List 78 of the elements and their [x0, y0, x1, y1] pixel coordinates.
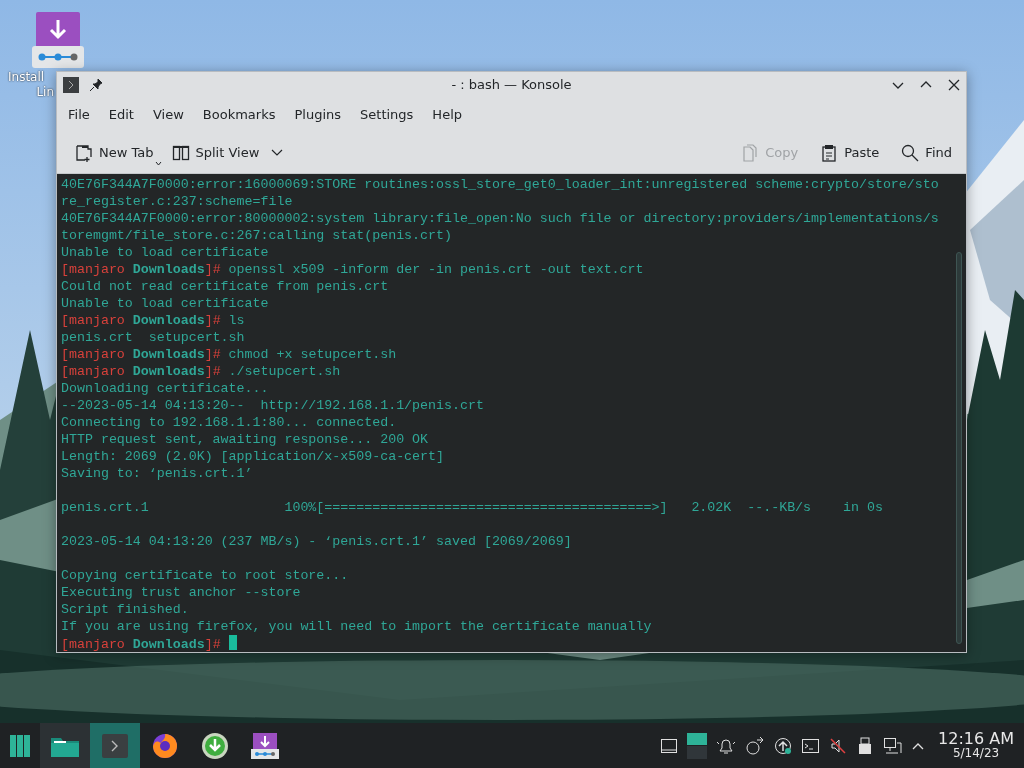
split-view-button[interactable]: Split View [165, 138, 290, 167]
find-button[interactable]: Find [895, 138, 958, 167]
window-icon[interactable] [660, 736, 679, 755]
terminal-line: 40E76F344A7F0000:error:16000069:STORE routines:ossl_store_get0_loader_int:unregistered scheme:crypto/store/sto [61, 176, 939, 193]
terminal-line: toremgmt/file_store.c:267:calling stat(penis.crt) [61, 227, 452, 244]
pin-icon[interactable] [89, 78, 103, 92]
console-icon[interactable] [801, 736, 821, 755]
terminal-line: Executing trust anchor --store [61, 584, 301, 601]
menu-item[interactable]: Settings [353, 101, 421, 129]
globe-icon [151, 731, 179, 760]
terminal-icon [102, 733, 128, 758]
terminal-line: Length: 2069 (2.0K) [application/x-x509-ca-cert] [61, 448, 444, 465]
close-icon[interactable] [948, 79, 960, 91]
clock-date[interactable]: 5/14/23 [952, 745, 1000, 760]
prompt-user: [manjaro [61, 262, 125, 277]
terminal-view[interactable] [57, 174, 966, 652]
terminal-line: Connecting to 192.168.1.1:80... connected. [61, 414, 397, 431]
desktop-pager-icon[interactable] [687, 732, 708, 759]
terminal-line: 2023-05-14 04:13:20 (237 MB/s) - ‘penis.crt.1’ saved [2069/2069] [61, 533, 572, 550]
copy-icon [741, 143, 760, 162]
prompt-symbol: ]# [204, 313, 221, 328]
menu-item[interactable]: File [61, 101, 97, 129]
menu-item[interactable]: Bookmarks [195, 101, 283, 129]
clock-time[interactable]: 12:16 AM [938, 731, 1014, 746]
terminal-icon [63, 77, 79, 93]
new-tab-icon [75, 143, 93, 162]
prompt-symbol: ]# [204, 347, 221, 362]
clipboard-icon [820, 143, 839, 162]
prompt-user: [manjaro [61, 347, 125, 362]
prompt-user: [manjaro [61, 313, 125, 328]
prompt-directory: Downloads [132, 313, 205, 328]
prompt-symbol: ]# [204, 637, 221, 652]
terminal-line: HTTP request sent, awaiting response... 200 OK [61, 431, 429, 448]
search-icon [901, 143, 920, 162]
prompt-user: [manjaro [61, 637, 125, 652]
installer-icon [251, 732, 279, 759]
prompt-symbol: ]# [204, 262, 221, 277]
bell-icon[interactable] [716, 736, 737, 755]
terminal-line: If you are using firefox, you will need to import the certificate manually [61, 618, 652, 635]
start-menu-icon [10, 734, 30, 757]
prompt-directory: Downloads [132, 347, 205, 362]
new-tab-button[interactable]: New Tab [69, 138, 160, 167]
menu-item[interactable]: Edit [101, 101, 141, 129]
terminal-line: Unable to load certificate [61, 244, 269, 261]
window-title: - : bash — Konsole [451, 77, 572, 93]
terminal-line: Unable to load certificate [61, 295, 269, 312]
command-text: ./setupcert.sh [227, 364, 341, 379]
download-icon [201, 731, 229, 760]
terminal-line: Saving to: ‘penis.crt.1’ [61, 465, 253, 482]
terminal-line: penis.crt.1 100%[=========================================>] 2.02K --.-KB/s in 0s [61, 499, 883, 516]
prompt-directory: Downloads [132, 364, 205, 379]
menu-item[interactable]: Plugins [287, 101, 349, 129]
terminal-line: re_register.c:237:scheme=file [61, 193, 293, 210]
terminal-line: penis.crt setupcert.sh [61, 329, 245, 346]
prompt-user: [manjaro [61, 364, 125, 379]
prompt-symbol: ]# [204, 364, 221, 379]
paste-button[interactable]: Paste [814, 138, 886, 167]
terminal-line: Script finished. [61, 601, 189, 618]
installer-icon[interactable] [32, 12, 84, 70]
command-text: ls [227, 313, 245, 328]
terminal-line: --2023-05-14 04:13:20-- http://192.168.1.1/penis.crt [61, 397, 484, 414]
terminal-line: Could not read certificate from penis.crt [61, 278, 389, 295]
menu-item[interactable]: Help [425, 101, 469, 129]
prompt-directory: Downloads [132, 637, 205, 652]
muted-speaker-icon[interactable] [829, 736, 848, 755]
split-view-icon [171, 143, 190, 162]
dropdown-icon[interactable] [271, 148, 284, 157]
command-text: openssl x509 -inform der -in penis.crt -out text.crt [227, 262, 644, 277]
menu-item[interactable]: View [145, 101, 191, 129]
terminal-line: 40E76F344A7F0000:error:80000002:system library:file_open:No such file or directory:providers/implementations/s [61, 210, 939, 227]
prompt-directory: Downloads [132, 262, 205, 277]
command-text: chmod +x setupcert.sh [227, 347, 397, 362]
scrollbar[interactable] [956, 252, 962, 644]
wired-network-icon[interactable] [883, 736, 903, 755]
terminal-line: Downloading certificate... [61, 380, 269, 397]
caret-icon [154, 161, 162, 167]
update-icon[interactable] [774, 736, 793, 755]
terminal-line: Copying certificate to root store... [61, 567, 349, 584]
